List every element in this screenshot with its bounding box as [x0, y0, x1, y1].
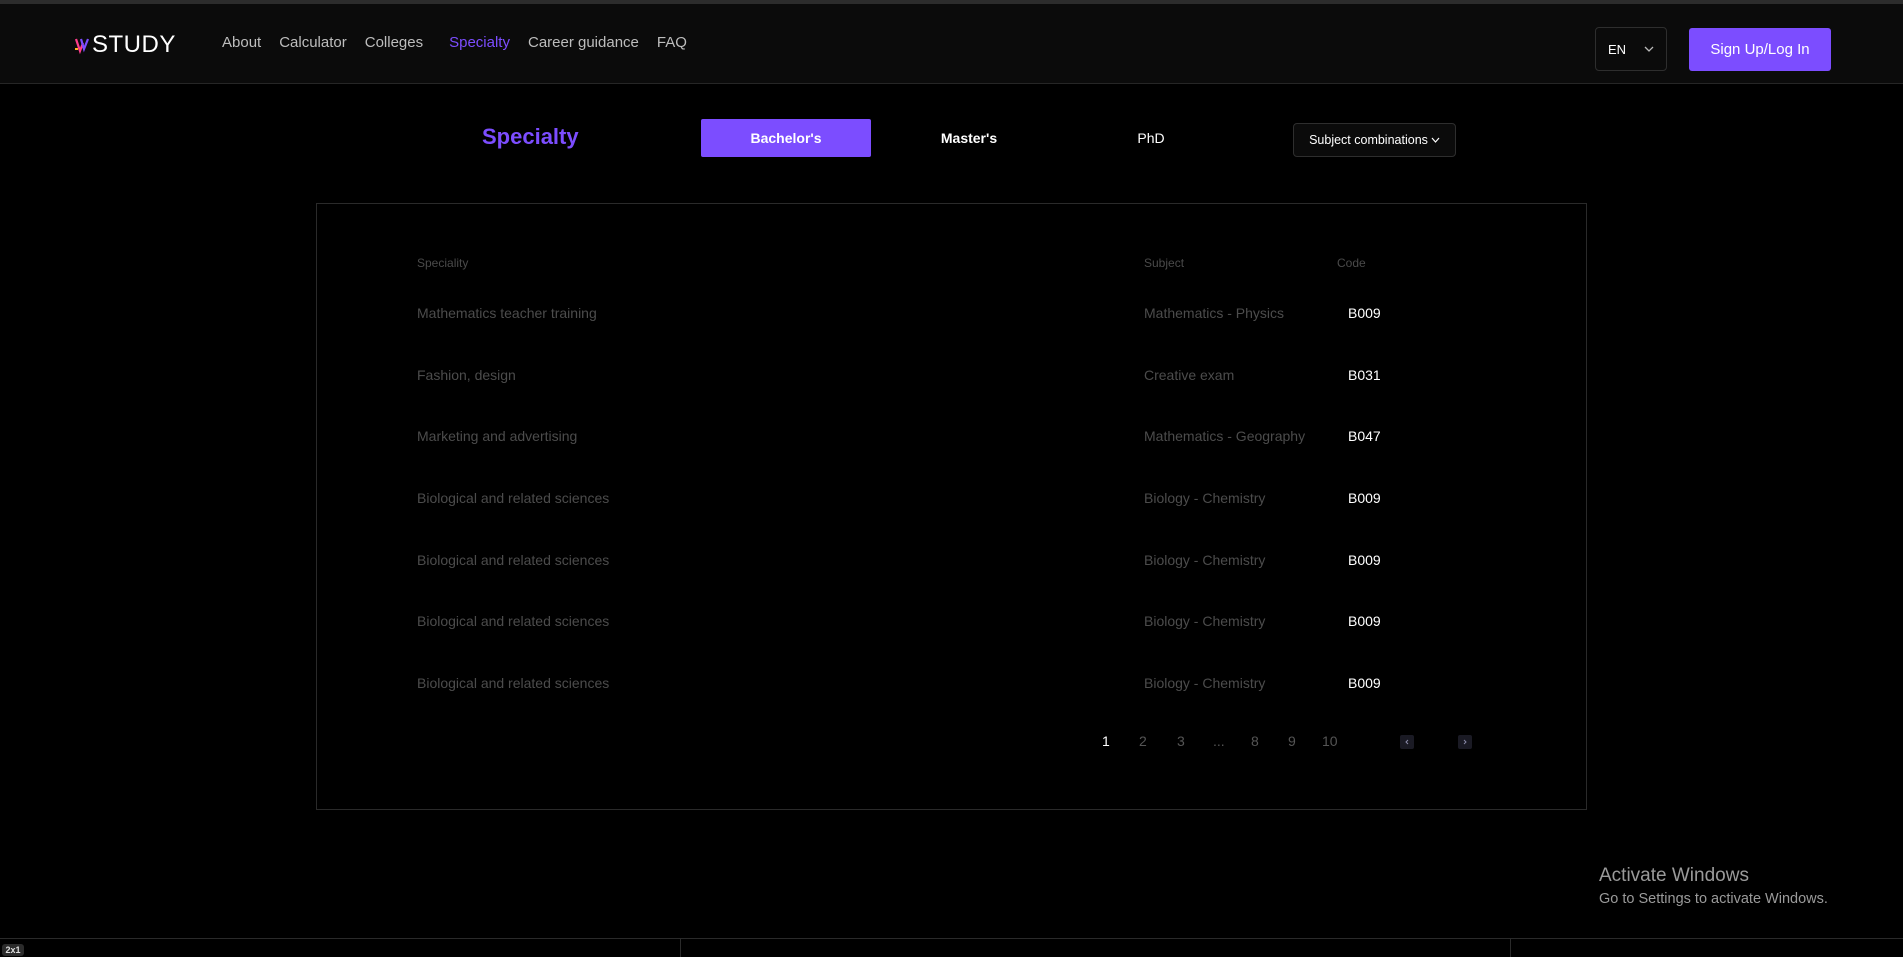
nav-link-faq[interactable]: FAQ [657, 34, 687, 51]
top-navbar: STUDY About Calculator Colleges Specialt… [0, 4, 1903, 84]
tab-bachelors[interactable]: Bachelor's [701, 119, 871, 157]
cell-subject: Biology - Chemistry [1144, 675, 1266, 691]
cell-subject: Mathematics - Geography [1144, 428, 1306, 444]
header-speciality: Speciality [417, 256, 469, 270]
chevron-down-icon [1431, 137, 1440, 143]
cell-subject: Mathematics - Physics [1144, 305, 1285, 321]
table-row[interactable]: Fashion, design Creative exam B031 [317, 367, 1586, 397]
cell-speciality: Fashion, design [417, 367, 516, 383]
page-ellipsis: ... [1213, 733, 1225, 749]
cell-speciality: Biological and related sciences [417, 613, 610, 629]
cell-subject: Creative exam [1144, 367, 1235, 383]
subject-combinations-dropdown[interactable]: Subject combinations [1293, 123, 1456, 157]
cell-code: B047 [1348, 428, 1381, 444]
bottom-divider [1510, 939, 1511, 957]
nav-link-specialty[interactable]: Specialty [449, 34, 510, 51]
cell-speciality: Biological and related sciences [417, 552, 610, 568]
subject-combinations-label: Subject combinations [1309, 133, 1428, 147]
cell-code: B009 [1348, 490, 1381, 506]
cell-subject: Biology - Chemistry [1144, 552, 1266, 568]
page-button-8[interactable]: 8 [1251, 733, 1259, 749]
next-page-button[interactable] [1458, 735, 1472, 749]
nav-link-colleges[interactable]: Colleges [365, 34, 423, 51]
chevron-right-icon [1463, 739, 1467, 745]
bottom-strip: 2x1 [0, 938, 1903, 957]
site-logo[interactable]: STUDY [74, 28, 176, 62]
activate-windows-title: Activate Windows [1599, 865, 1749, 886]
specialty-table-panel: Speciality Subject Code Mathematics teac… [316, 203, 1587, 810]
table-row[interactable]: Biological and related sciences Biology … [317, 613, 1586, 643]
table-row[interactable]: Marketing and advertising Mathematics - … [317, 428, 1586, 458]
tab-phd[interactable]: PhD [1066, 119, 1236, 157]
bottom-divider [680, 939, 681, 957]
cell-subject: Biology - Chemistry [1144, 613, 1266, 629]
language-value: EN [1608, 41, 1627, 57]
cell-code: B009 [1348, 675, 1381, 691]
tab-masters[interactable]: Master's [884, 119, 1054, 157]
cell-speciality: Marketing and advertising [417, 428, 578, 444]
chevron-down-icon [1644, 46, 1654, 52]
header-code: Code [1337, 256, 1366, 270]
nav-link-career-guidance[interactable]: Career guidance [528, 34, 639, 51]
chevron-left-icon [1405, 739, 1409, 745]
activate-windows-subtitle: Go to Settings to activate Windows. [1599, 891, 1828, 907]
zoom-badge: 2x1 [2, 944, 24, 956]
language-select[interactable]: EN [1595, 27, 1667, 71]
cell-speciality: Mathematics teacher training [417, 305, 597, 321]
header-subject: Subject [1144, 256, 1185, 270]
prev-page-button[interactable] [1400, 735, 1414, 749]
cell-code: B009 [1348, 305, 1381, 321]
main-nav: About Calculator Colleges Specialty Care… [222, 34, 705, 51]
page-title: Specialty [482, 124, 579, 149]
cell-speciality: Biological and related sciences [417, 490, 610, 506]
table-row[interactable]: Biological and related sciences Biology … [317, 490, 1586, 520]
table-row[interactable]: Mathematics teacher training Mathematics… [317, 305, 1586, 335]
cell-code: B009 [1348, 613, 1381, 629]
logo-mark-icon [74, 38, 90, 55]
signup-login-button[interactable]: Sign Up/Log In [1689, 28, 1831, 71]
table-row[interactable]: Biological and related sciences Biology … [317, 675, 1586, 705]
nav-link-calculator[interactable]: Calculator [279, 34, 347, 51]
page-button-2[interactable]: 2 [1139, 733, 1147, 749]
cell-speciality: Biological and related sciences [417, 675, 610, 691]
cell-code: B031 [1348, 367, 1381, 383]
page-button-10[interactable]: 10 [1322, 733, 1338, 749]
page-button-3[interactable]: 3 [1177, 733, 1185, 749]
nav-link-about[interactable]: About [222, 34, 261, 51]
page-button-9[interactable]: 9 [1288, 733, 1296, 749]
page-button-1[interactable]: 1 [1102, 733, 1110, 749]
cell-code: B009 [1348, 552, 1381, 568]
table-row[interactable]: Biological and related sciences Biology … [317, 552, 1586, 582]
logo-text: STUDY [92, 31, 176, 58]
cell-subject: Biology - Chemistry [1144, 490, 1266, 506]
